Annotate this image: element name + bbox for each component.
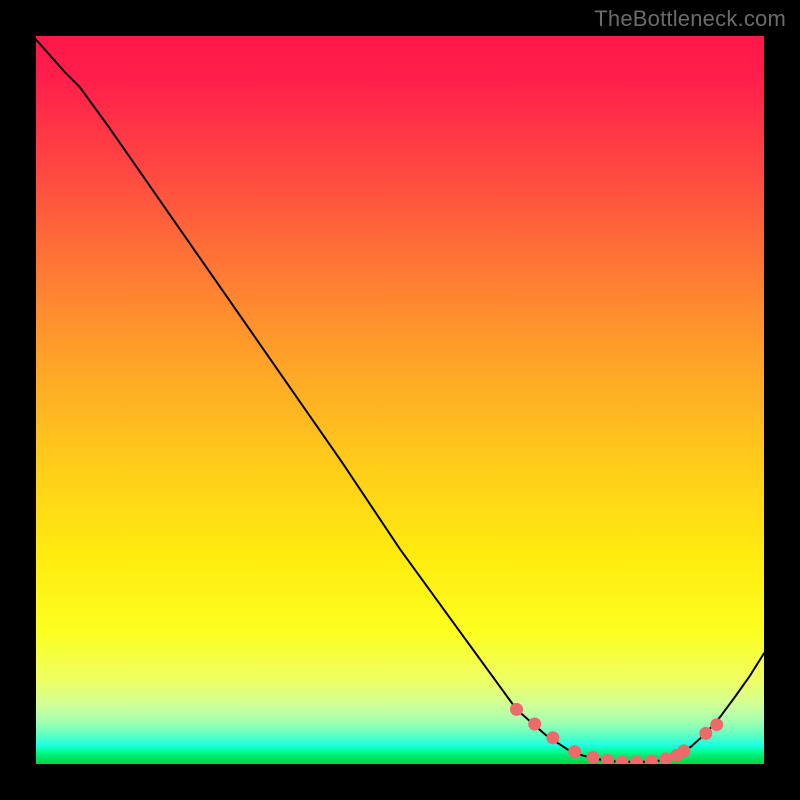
dot bbox=[699, 727, 712, 740]
dot bbox=[630, 755, 643, 764]
dot bbox=[677, 744, 690, 757]
dot bbox=[528, 718, 541, 731]
dot bbox=[601, 754, 614, 764]
dot bbox=[546, 731, 559, 744]
dot bbox=[616, 755, 629, 764]
dot bbox=[510, 703, 523, 716]
plot-area bbox=[36, 36, 764, 764]
chart-svg bbox=[36, 36, 764, 764]
dot bbox=[568, 745, 581, 758]
highlighted-dots bbox=[510, 703, 723, 764]
bottleneck-curve bbox=[36, 40, 764, 762]
dot bbox=[586, 751, 599, 764]
watermark-text: TheBottleneck.com bbox=[594, 6, 786, 32]
dot bbox=[645, 755, 658, 764]
dot bbox=[710, 718, 723, 731]
chart-frame: TheBottleneck.com bbox=[0, 0, 800, 800]
